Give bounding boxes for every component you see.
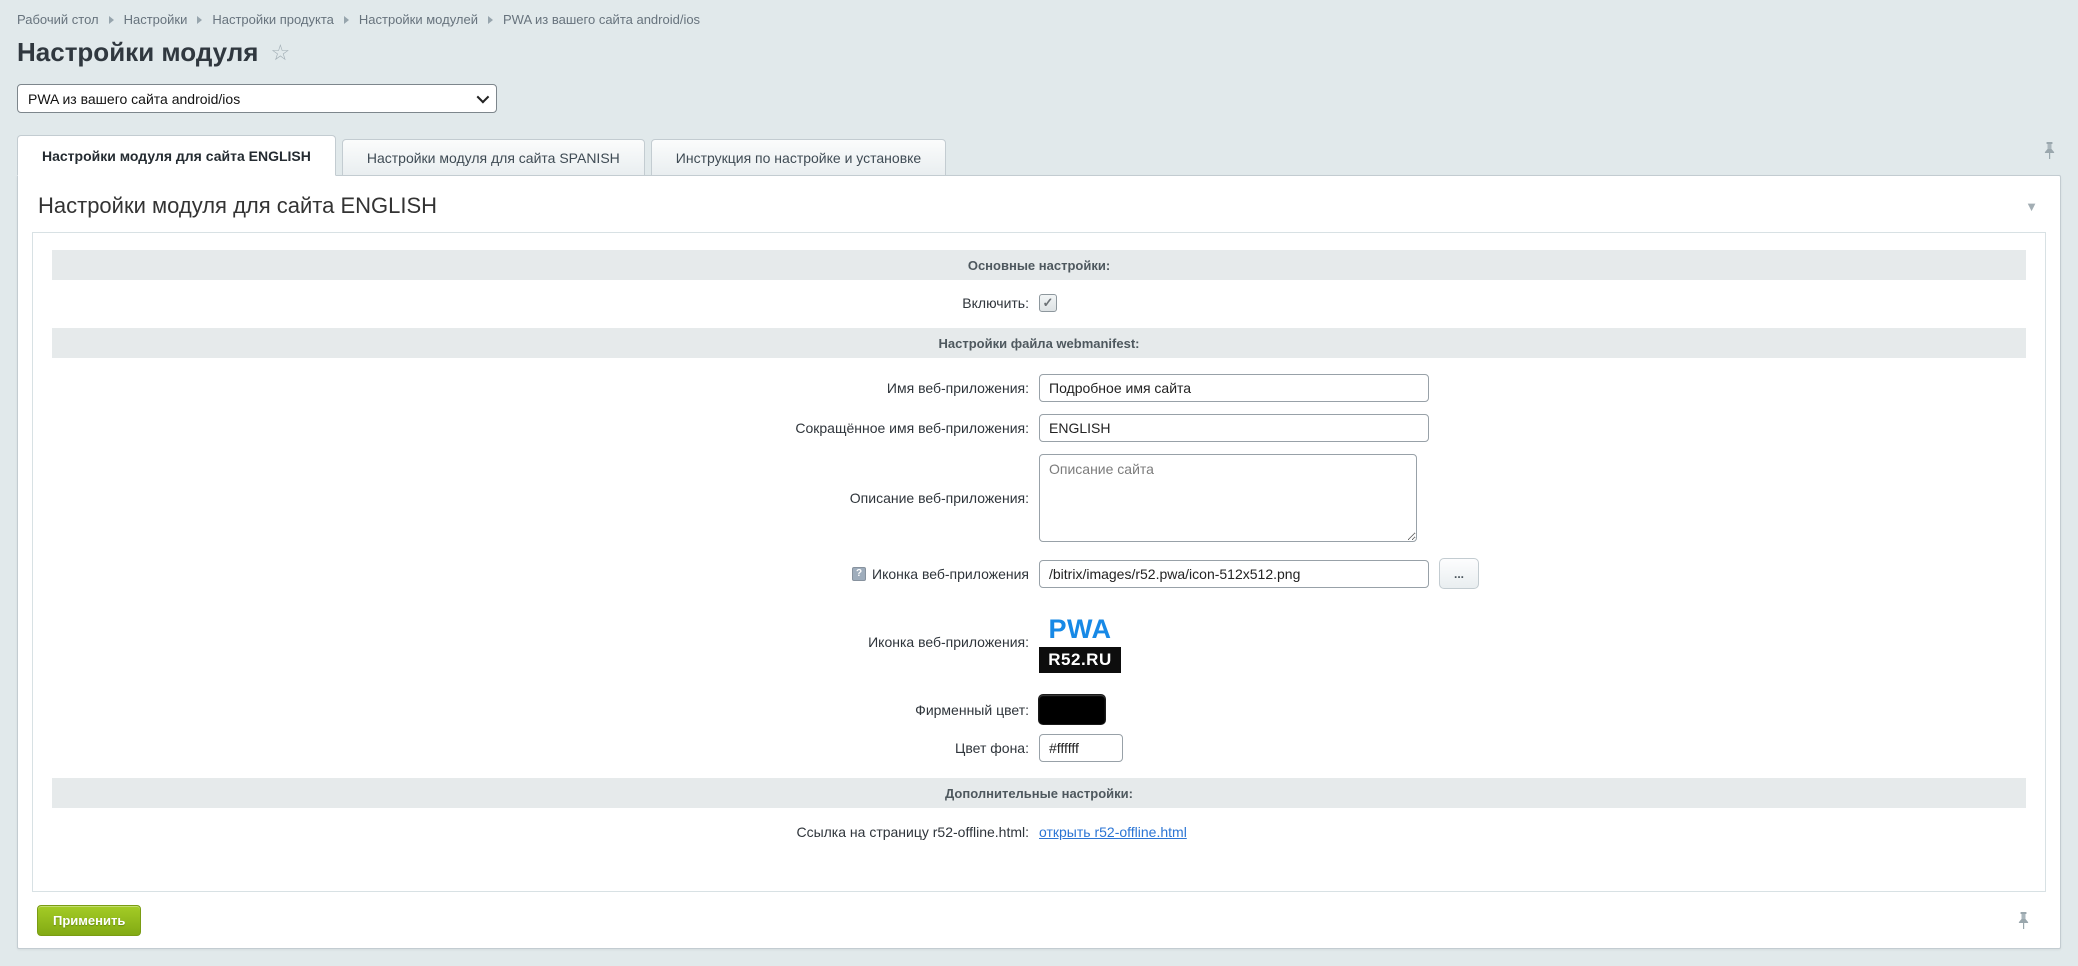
tab-instructions[interactable]: Инструкция по настройке и установке xyxy=(651,139,946,176)
module-select[interactable]: PWA из вашего сайта android/ios xyxy=(17,84,497,113)
breadcrumb-separator-icon xyxy=(197,16,202,24)
page-title: Настройки модуля xyxy=(17,37,258,68)
tab-settings-spanish[interactable]: Настройки модуля для сайта SPANISH xyxy=(342,139,645,176)
breadcrumb: Рабочий стол Настройки Настройки продукт… xyxy=(0,0,2078,27)
section-general: Основные настройки: xyxy=(52,250,2026,280)
short-name-input[interactable] xyxy=(1039,414,1429,442)
pwa-icon-text-bottom: R52.RU xyxy=(1039,647,1121,673)
module-select-value: PWA из вашего сайта android/ios xyxy=(28,91,240,107)
icon-preview-label: Иконка веб-приложения: xyxy=(52,634,1039,650)
bg-color-label: Цвет фона: xyxy=(52,740,1039,756)
breadcrumb-item-desktop[interactable]: Рабочий стол xyxy=(17,12,99,27)
help-icon[interactable]: ? xyxy=(852,567,866,581)
enable-label: Включить: xyxy=(52,295,1039,311)
offline-link-label: Ссылка на страницу r52-offline.html: xyxy=(52,824,1039,840)
apply-button[interactable]: Применить xyxy=(37,905,141,936)
collapse-triangle-icon[interactable]: ▼ xyxy=(2025,199,2038,214)
bg-color-input[interactable] xyxy=(1039,734,1123,762)
section-webmanifest: Настройки файла webmanifest: xyxy=(52,328,2026,358)
pin-icon[interactable] xyxy=(2017,911,2030,930)
chevron-down-icon xyxy=(477,91,490,104)
breadcrumb-separator-icon xyxy=(344,16,349,24)
breadcrumb-separator-icon xyxy=(488,16,493,24)
section-additional: Дополнительные настройки: xyxy=(52,778,2026,808)
pwa-icon-preview: PWA R52.RU xyxy=(1039,611,1121,673)
breadcrumb-item-module-settings[interactable]: Настройки модулей xyxy=(359,12,478,27)
theme-color-swatch[interactable] xyxy=(1039,695,1105,724)
breadcrumb-item-current: PWA из вашего сайта android/ios xyxy=(503,12,700,27)
app-name-input[interactable] xyxy=(1039,374,1429,402)
icon-path-input[interactable] xyxy=(1039,560,1429,588)
browse-file-button[interactable]: ... xyxy=(1439,558,1479,589)
theme-color-label: Фирменный цвет: xyxy=(52,702,1039,718)
breadcrumb-separator-icon xyxy=(109,16,114,24)
settings-panel: Настройки модуля для сайта ENGLISH ▼ Осн… xyxy=(17,175,2061,949)
icon-path-label: Иконка веб-приложения xyxy=(872,566,1029,582)
enable-checkbox[interactable]: ✓ xyxy=(1039,294,1057,312)
breadcrumb-item-product-settings[interactable]: Настройки продукта xyxy=(212,12,334,27)
panel-title: Настройки модуля для сайта ENGLISH xyxy=(38,193,437,219)
description-textarea[interactable]: Описание сайта xyxy=(1039,454,1417,542)
pwa-icon-text-top: PWA xyxy=(1039,611,1121,647)
settings-form: Основные настройки: Включить: ✓ Настройк… xyxy=(32,232,2046,892)
app-name-label: Имя веб-приложения: xyxy=(52,380,1039,396)
tab-settings-english[interactable]: Настройки модуля для сайта ENGLISH xyxy=(17,135,336,176)
breadcrumb-item-settings[interactable]: Настройки xyxy=(124,12,188,27)
short-name-label: Сокращённое имя веб-приложения: xyxy=(52,420,1039,436)
favorite-star-icon[interactable]: ☆ xyxy=(270,42,290,64)
description-label: Описание веб-приложения: xyxy=(52,490,1039,506)
offline-page-link[interactable]: открыть r52-offline.html xyxy=(1039,824,1187,840)
